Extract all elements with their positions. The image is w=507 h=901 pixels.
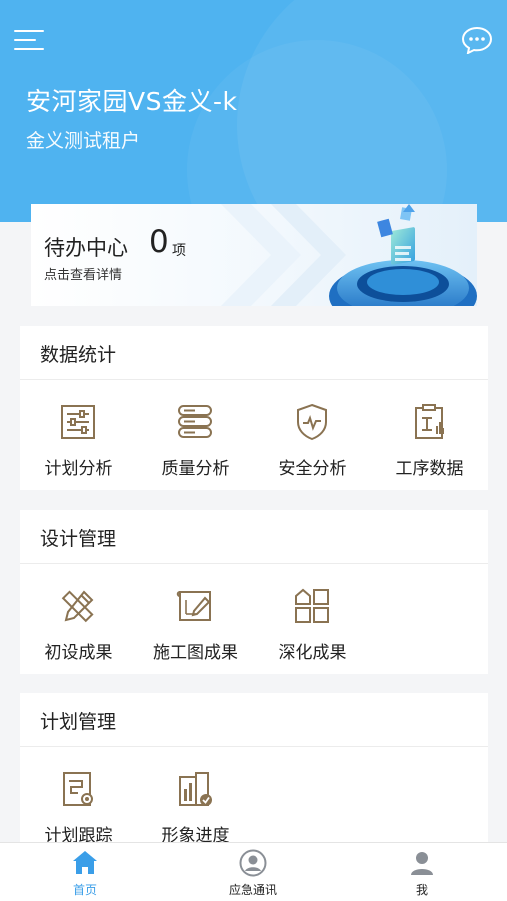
section-header: 计划管理 [20, 693, 488, 747]
blueprint-icon [176, 591, 211, 621]
person-icon [411, 852, 433, 875]
platform-illustration [329, 204, 477, 306]
item-label: 计划分析 [44, 459, 113, 479]
item-label: 计划跟踪 [44, 826, 113, 842]
section-title: 设计管理 [40, 528, 117, 550]
contact-icon [239, 849, 267, 877]
todo-center-card[interactable]: 待办中心 0 项 点击查看详情 [31, 204, 477, 306]
section-data-statistics: 数据统计 计划分析 质量分析 安全分析 工序数据 [20, 326, 488, 490]
todo-unit: 项 [172, 243, 186, 259]
item-label: 施工图成果 [153, 643, 238, 663]
tenant-name: 金义测试租户 [26, 130, 141, 152]
item-label: 安全分析 [278, 459, 347, 479]
section-plan-management: 计划管理 计划跟踪 形象进度 [20, 693, 488, 842]
hamburger-menu-icon[interactable] [14, 28, 46, 52]
building-progress-icon [179, 772, 212, 806]
pencil-ruler-icon [61, 590, 94, 623]
section-title: 数据统计 [40, 344, 117, 366]
bottom-tab-bar: 首页 应急通讯 我 [0, 842, 507, 901]
todo-hint[interactable]: 点击查看详情 [44, 264, 122, 283]
section-design-management: 设计管理 初设成果 施工图成果 深化成果 [20, 510, 488, 674]
safety-analysis-button[interactable]: 安全分析 [254, 380, 371, 490]
project-title[interactable]: 安河家园VS金义-k [26, 82, 237, 118]
tab-home[interactable]: 首页 [25, 843, 145, 901]
item-label: 形象进度 [161, 826, 230, 842]
item-label: 质量分析 [161, 459, 230, 479]
construction-drawing-button[interactable]: 施工图成果 [137, 564, 254, 674]
plan-tracking-button[interactable]: 计划跟踪 [20, 747, 137, 842]
home-icon [73, 851, 97, 874]
tab-me[interactable]: 我 [362, 843, 482, 901]
todo-title: 待办中心 [44, 236, 128, 260]
section-header: 设计管理 [20, 510, 488, 564]
quality-analysis-button[interactable]: 质量分析 [137, 380, 254, 490]
shield-icon [297, 403, 327, 441]
detailed-design-button[interactable]: 深化成果 [254, 564, 371, 674]
visual-progress-button[interactable]: 形象进度 [137, 747, 254, 842]
tracking-doc-icon [63, 772, 93, 806]
tab-label: 应急通讯 [228, 883, 277, 897]
tab-label: 我 [415, 883, 428, 897]
grid-icon [295, 588, 329, 623]
tab-emergency-contact[interactable]: 应急通讯 [193, 843, 313, 901]
header-banner: 安河家园VS金义-k 金义测试租户 [0, 0, 507, 222]
tab-label: 首页 [72, 883, 97, 897]
chat-bubble-icon[interactable] [461, 26, 493, 55]
section-title: 计划管理 [40, 711, 117, 733]
preliminary-design-button[interactable]: 初设成果 [20, 564, 137, 674]
sliders-icon [61, 405, 95, 439]
database-icon [178, 405, 212, 438]
todo-count: 0 [149, 224, 169, 260]
item-label: 深化成果 [278, 643, 347, 663]
item-label: 工序数据 [395, 459, 464, 479]
plan-analysis-button[interactable]: 计划分析 [20, 380, 137, 490]
section-header: 数据统计 [20, 326, 488, 380]
item-label: 初设成果 [44, 643, 113, 663]
clipboard-chart-icon [415, 404, 444, 439]
process-data-button[interactable]: 工序数据 [371, 380, 488, 490]
